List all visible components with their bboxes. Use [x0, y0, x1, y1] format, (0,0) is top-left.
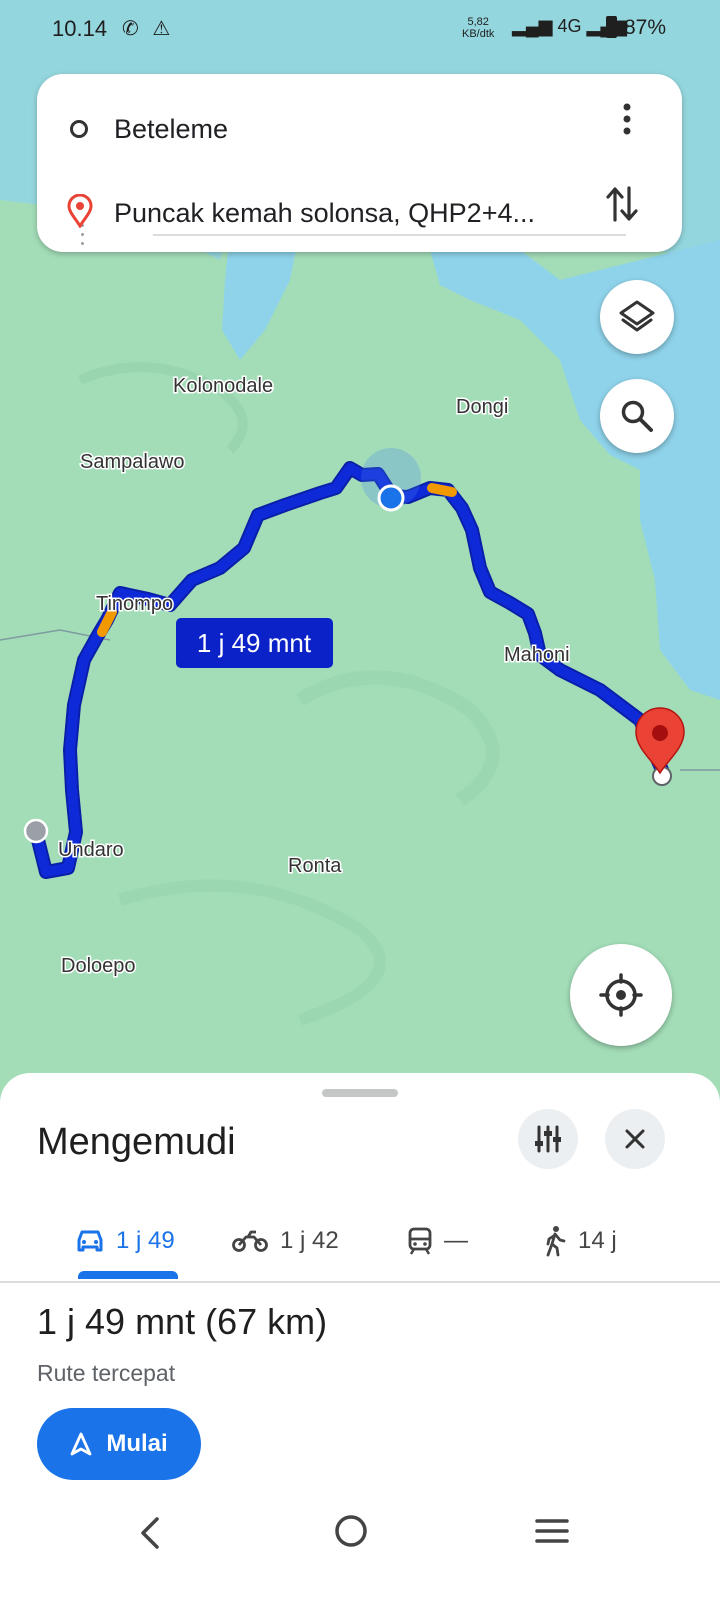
place-label-tinompo: Tinompo — [96, 593, 173, 615]
destination-text[interactable]: Puncak kemah solonsa, QHP2+4... — [114, 198, 535, 229]
network-speed: 5,82 KB/dtk — [462, 16, 495, 40]
active-tab-indicator — [78, 1271, 178, 1279]
navigation-arrow-icon — [70, 1432, 92, 1456]
layers-icon — [619, 300, 655, 332]
tab-motorcycle-label: 1 j 42 — [280, 1227, 339, 1254]
start-navigation-button[interactable]: Mulai — [37, 1408, 201, 1480]
origin-marker — [23, 818, 49, 844]
my-location-icon — [599, 973, 643, 1017]
signal-icon: ▂▄▆ — [512, 16, 553, 36]
tab-walking-label: 14 j — [578, 1227, 617, 1254]
search-icon — [621, 400, 653, 432]
destination-row[interactable]: Puncak kemah solonsa, QHP2+4... — [37, 188, 682, 248]
directions-card: Beteleme Puncak kemah solonsa, QHP2+4... — [37, 74, 682, 252]
battery-level: 87% — [624, 16, 667, 39]
travel-mode-tabs: 1 j 49 1 j 42 — 14 j — [0, 1201, 720, 1283]
walking-icon — [546, 1226, 566, 1257]
sheet-title: Mengemudi — [37, 1121, 236, 1163]
tab-driving[interactable]: 1 j 49 — [76, 1201, 175, 1281]
route-distance: (67 km) — [205, 1301, 328, 1342]
recents-menu-icon[interactable] — [535, 1517, 569, 1545]
warning-icon: ⚠ — [152, 18, 171, 40]
origin-text[interactable]: Beteleme — [114, 114, 228, 145]
place-label-sampalawo: Sampalawo — [80, 451, 185, 473]
layers-button[interactable] — [600, 280, 674, 354]
swap-directions-icon[interactable] — [605, 184, 639, 224]
close-icon — [625, 1129, 645, 1149]
route-duration: 1 j 49 mnt — [37, 1301, 196, 1342]
route-options-button[interactable] — [518, 1109, 578, 1169]
start-label: Mulai — [106, 1430, 168, 1457]
more-vert-icon[interactable] — [617, 102, 637, 136]
route-summary: 1 j 49 mnt (67 km) — [37, 1301, 327, 1343]
motorcycle-icon — [232, 1230, 268, 1252]
search-button[interactable] — [600, 379, 674, 453]
route-duration-text: 1 j 49 mnt — [197, 628, 312, 658]
tab-walking[interactable]: 14 j — [544, 1201, 617, 1281]
back-icon[interactable] — [137, 1515, 163, 1551]
current-location-dot — [377, 484, 405, 512]
place-label-ronta: Ronta — [288, 855, 342, 877]
tab-transit[interactable]: — — [408, 1201, 468, 1281]
origin-circle-icon — [70, 120, 88, 138]
status-bar: 10.14 ✆ ⚠ 5,82 KB/dtk ▂▄▆ 4G ▂▄▆ 87% — [0, 0, 720, 60]
train-icon — [408, 1227, 432, 1255]
network-type: 4G — [557, 16, 582, 36]
place-label-undaro: Undaro — [58, 839, 124, 861]
drag-handle[interactable] — [322, 1089, 398, 1097]
close-button[interactable] — [605, 1109, 665, 1169]
my-location-button[interactable] — [570, 944, 672, 1046]
status-time: 10.14 — [52, 16, 108, 41]
location-pin-icon — [67, 194, 93, 228]
home-icon[interactable] — [334, 1514, 368, 1548]
tune-icon — [535, 1125, 561, 1153]
route-description: Rute tercepat — [37, 1360, 176, 1386]
tab-motorcycle[interactable]: 1 j 42 — [232, 1201, 339, 1281]
tab-transit-label: — — [444, 1227, 468, 1254]
origin-row[interactable]: Beteleme — [37, 104, 682, 164]
place-label-mahoni: Mahoni — [504, 644, 570, 666]
system-nav-bar — [0, 1505, 720, 1612]
traffic-segment — [427, 483, 457, 497]
place-label-dongi: Dongi — [456, 396, 508, 418]
battery-icon — [606, 16, 617, 38]
tab-driving-label: 1 j 49 — [116, 1227, 175, 1254]
place-label-kolonodale: Kolonodale — [173, 375, 273, 397]
whatsapp-icon: ✆ — [122, 18, 139, 40]
place-label-doloepo: Doloepo — [61, 955, 136, 977]
car-icon — [77, 1230, 103, 1252]
